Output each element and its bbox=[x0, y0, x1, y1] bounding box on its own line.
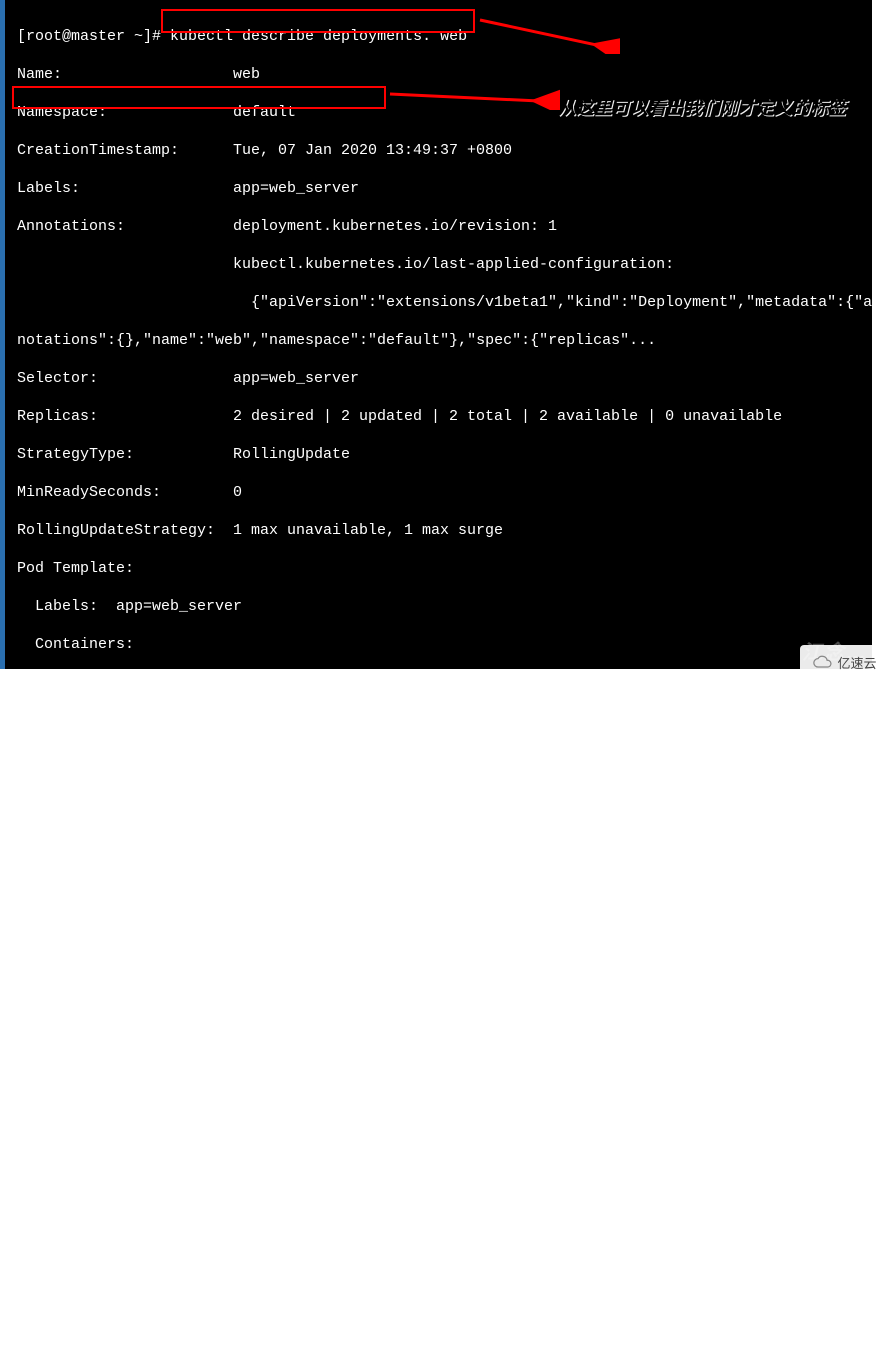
field-selector: Selector:app=web_server bbox=[17, 369, 872, 388]
field-name: Name:web bbox=[17, 65, 872, 84]
container-image: Image: nginx bbox=[17, 711, 872, 730]
field-labels: Labels:app=web_server bbox=[17, 179, 872, 198]
field-annotations-4: notations":{},"name":"web","namespace":"… bbox=[17, 331, 872, 350]
container-mounts: Mounts: <none> bbox=[17, 863, 872, 882]
volumes: Volumes: <none> bbox=[17, 901, 872, 920]
pod-labels: Labels: app=web_server bbox=[17, 597, 872, 616]
conditions-row: Available True MinimumReplicasAvailable bbox=[17, 1053, 872, 1072]
field-namespace: Namespace:default bbox=[17, 103, 872, 122]
events-row: Normal ScalingReplicaSet 10m deployment-… bbox=[17, 1281, 872, 1300]
container-environment: Environment: <none> bbox=[17, 825, 872, 844]
prompt: [root@master ~]# bbox=[17, 28, 170, 45]
pod-template: Pod Template: bbox=[17, 559, 872, 578]
container-host-port: Host Port: <none> bbox=[17, 787, 872, 806]
field-replicas: Replicas:2 desired | 2 updated | 2 total… bbox=[17, 407, 872, 426]
field-min-ready-seconds: MinReadySeconds:0 bbox=[17, 483, 872, 502]
cloud-icon bbox=[813, 655, 833, 669]
watermark-logo-text: 亿速云 bbox=[837, 653, 876, 672]
old-replica-sets: OldReplicaSets: <none> bbox=[17, 1091, 872, 1110]
field-rolling-update-strategy: RollingUpdateStrategy:1 max unavailable,… bbox=[17, 521, 872, 540]
new-replica-set: NewReplicaSet: web-d6ff6c799 (2/2 replic… bbox=[17, 1129, 872, 1148]
container-port: Port: <none> bbox=[17, 749, 872, 768]
container-nginx: nginx: bbox=[17, 673, 872, 692]
field-strategy-type: StrategyType:RollingUpdate bbox=[17, 445, 872, 464]
events-header: Type Reason Age From Message bbox=[17, 1205, 872, 1224]
containers: Containers: bbox=[17, 635, 872, 654]
conditions-header: Type Status Reason bbox=[17, 977, 872, 996]
field-annotations: Annotations:deployment.kubernetes.io/rev… bbox=[17, 217, 872, 236]
events: Events: bbox=[17, 1167, 872, 1186]
field-creation-timestamp: CreationTimestamp:Tue, 07 Jan 2020 13:49… bbox=[17, 141, 872, 160]
field-annotations-3: {"apiVersion":"extensions/v1beta1","kind… bbox=[17, 293, 872, 312]
command-line: [root@master ~]# kubectl describe deploy… bbox=[17, 27, 872, 46]
events-row-cont: 2 bbox=[17, 1319, 872, 1338]
conditions: Conditions: bbox=[17, 939, 872, 958]
events-separator: ---- ------ ---- ---- ------- bbox=[17, 1243, 872, 1262]
watermark-logo: 亿速云 bbox=[800, 645, 890, 679]
terminal-window[interactable]: [root@master ~]# kubectl describe deploy… bbox=[0, 0, 872, 669]
field-annotations-2: kubectl.kubernetes.io/last-applied-confi… bbox=[17, 255, 872, 274]
conditions-separator: ---- ------ ------ bbox=[17, 1015, 872, 1034]
command: kubectl describe deployments. web bbox=[170, 28, 467, 45]
